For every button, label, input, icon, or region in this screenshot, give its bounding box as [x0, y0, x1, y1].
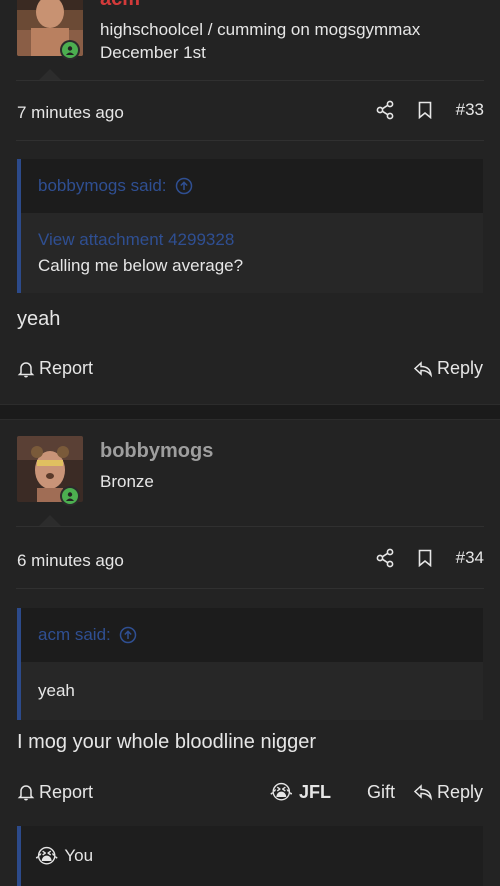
username[interactable]: acm	[100, 0, 140, 11]
post-message: I mog your whole bloodline nigger	[17, 731, 317, 753]
user-caret	[39, 69, 61, 80]
reactions-label: You	[64, 846, 94, 865]
quote-header[interactable]: bobbymogs said:	[21, 159, 483, 213]
user-title: Bronze	[100, 472, 154, 491]
reaction-label: JFL	[298, 781, 331, 802]
post-time[interactable]: 7 minutes ago	[17, 103, 124, 123]
reply-icon	[413, 360, 433, 378]
post-actions: Report 😭 JFL Gift Reply	[17, 780, 483, 804]
quote-block: acm said: yeah	[17, 608, 483, 720]
share-icon[interactable]	[376, 548, 394, 568]
post-tools: #33	[376, 100, 484, 120]
reply-icon	[413, 783, 433, 801]
quote-author[interactable]: acm said:	[38, 625, 111, 645]
post-time[interactable]: 6 minutes ago	[17, 551, 124, 571]
user-caret	[39, 515, 61, 526]
post-actions: Report Reply	[17, 358, 483, 379]
reply-button[interactable]: Reply	[413, 358, 483, 379]
bell-icon	[17, 783, 35, 801]
bookmark-icon[interactable]	[418, 549, 432, 567]
quote-body: yeah	[21, 662, 483, 720]
reply-label: Reply	[436, 781, 483, 802]
username[interactable]: bobbymogs	[100, 440, 213, 463]
user-joined: December 1st	[100, 43, 206, 62]
post-33: acm highschoolcel / cumming on mogsgymma…	[0, 0, 500, 404]
post-number[interactable]: #34	[456, 548, 484, 568]
user-title: highschoolcel / cumming on mogsgymmax	[100, 20, 421, 39]
attachment-link[interactable]: View attachment 4299328	[38, 227, 466, 253]
post-message: yeah	[17, 308, 61, 330]
report-label: Report	[39, 781, 94, 802]
quote-header[interactable]: acm said:	[21, 608, 483, 662]
arrow-up-circle-icon[interactable]	[175, 177, 193, 195]
online-status-icon	[60, 40, 80, 60]
bell-icon	[17, 360, 35, 378]
reply-label: Reply	[436, 358, 483, 378]
quote-text: Calling me below average?	[38, 256, 244, 275]
laughing-crying-emoji-icon: 😭	[269, 780, 293, 804]
laughing-crying-emoji-icon: 😭	[35, 844, 59, 868]
report-label: Report	[39, 358, 94, 378]
quote-block: bobbymogs said: View attachment 4299328 …	[17, 159, 483, 293]
report-button[interactable]: Report	[17, 358, 93, 379]
share-icon[interactable]	[376, 100, 394, 120]
quote-author[interactable]: bobbymogs said:	[38, 176, 167, 196]
gift-button[interactable]: Gift	[367, 782, 395, 803]
post-separator	[0, 404, 500, 420]
arrow-up-circle-icon[interactable]	[119, 626, 137, 644]
reactions-bar[interactable]: 😭 You	[17, 826, 483, 886]
post-34: bobbymogs Bronze 6 minutes ago #34 acm s…	[0, 420, 500, 886]
quote-text: yeah	[38, 681, 75, 700]
quote-body: View attachment 4299328 Calling me below…	[21, 213, 483, 293]
reply-button[interactable]: Reply	[413, 782, 483, 803]
bookmark-icon[interactable]	[418, 101, 432, 119]
reaction-button[interactable]: 😭 JFL	[270, 780, 331, 804]
post-number[interactable]: #33	[456, 100, 484, 120]
online-status-icon	[60, 486, 80, 506]
report-button[interactable]: Report	[17, 782, 93, 803]
post-tools: #34	[376, 548, 484, 568]
